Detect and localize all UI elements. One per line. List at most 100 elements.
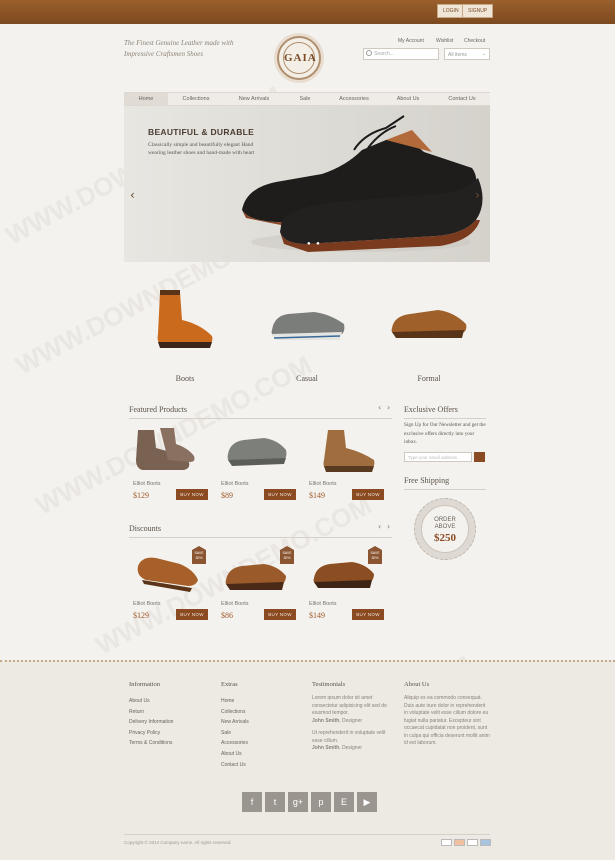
- footer-divider: [124, 834, 490, 835]
- hero-slider: BEAUTIFUL & DURABLE Classically simple a…: [124, 106, 490, 262]
- my-account-link[interactable]: My Account: [398, 38, 424, 44]
- buy-now-button[interactable]: BUY NOW: [264, 489, 296, 500]
- product-image: [225, 564, 286, 590]
- footer-link[interactable]: Delivery Information: [129, 717, 173, 728]
- product-price: $86: [221, 611, 233, 620]
- buy-now-button[interactable]: BUY NOW: [176, 489, 208, 500]
- product-image: [227, 438, 287, 466]
- nav-new-arrivals[interactable]: New Arrivals: [228, 93, 280, 105]
- category-formal[interactable]: Formal: [399, 374, 459, 383]
- testimonial-text: Lorem ipsum dolor sit amet consectetur a…: [312, 695, 392, 753]
- nav-sale[interactable]: Sale: [290, 93, 320, 105]
- logo[interactable]: GAIA: [277, 36, 321, 80]
- featured-prev-icon[interactable]: ‹: [378, 403, 381, 412]
- testimonial-author: John Smith, Designer: [312, 718, 392, 726]
- tagline: The Finest Genuine Leather made with Imp…: [124, 39, 234, 58]
- testimonial-quote: Ut reprehenderit in voluptate velit esse…: [312, 730, 386, 744]
- divider: [129, 418, 392, 419]
- buy-now-button[interactable]: BUY NOW: [176, 609, 208, 620]
- author-name: John Smith: [312, 745, 340, 751]
- footer-link[interactable]: New Arrivals: [221, 717, 249, 728]
- signup-button[interactable]: SIGNUP: [462, 4, 494, 18]
- nav-collections[interactable]: Collections: [170, 93, 222, 105]
- featured-products-title: Featured Products: [129, 405, 187, 414]
- youtube-icon[interactable]: ▶: [357, 792, 377, 812]
- product-price: $129: [133, 491, 149, 500]
- twitter-icon[interactable]: t: [265, 792, 285, 812]
- footer-link[interactable]: Return: [129, 707, 173, 718]
- slider-next-arrow[interactable]: ›: [475, 188, 480, 202]
- hero-shoe-image: [242, 115, 483, 252]
- login-button[interactable]: LOGIN: [437, 4, 465, 18]
- nav-accessories[interactable]: Accessories: [330, 93, 378, 105]
- free-shipping-title: Free Shipping: [404, 476, 450, 485]
- formal-shoe-image: [391, 310, 467, 338]
- testimonial-quote: Lorem ipsum dolor sit amet consectetur a…: [312, 695, 387, 716]
- footer-link[interactable]: Home: [221, 696, 249, 707]
- newsletter-submit-button[interactable]: [474, 452, 485, 462]
- footer-link[interactable]: About Us: [221, 749, 249, 760]
- footer-link[interactable]: Accessories: [221, 738, 249, 749]
- google-plus-icon[interactable]: g+: [288, 792, 308, 812]
- checkout-link[interactable]: Checkout: [464, 38, 485, 44]
- paypal-icon: [467, 839, 478, 846]
- featured-next-icon[interactable]: ›: [387, 403, 390, 412]
- buy-now-button[interactable]: BUY NOW: [264, 609, 296, 620]
- product-name[interactable]: Elliot Boots: [133, 481, 161, 487]
- pinterest-icon[interactable]: p: [311, 792, 331, 812]
- nav-home[interactable]: Home: [124, 93, 168, 105]
- top-bar: LOGIN SIGNUP: [0, 0, 615, 24]
- badge-line2: ABOVE: [434, 524, 456, 530]
- facebook-icon[interactable]: f: [242, 792, 262, 812]
- category-casual[interactable]: Casual: [277, 374, 337, 383]
- product-name[interactable]: Elliot Boots: [309, 601, 337, 607]
- search-placeholder: Search...: [374, 51, 395, 57]
- search-input[interactable]: Search...: [363, 48, 439, 60]
- divider: [404, 418, 486, 419]
- footer-link[interactable]: About Us: [129, 696, 173, 707]
- product-price: $89: [221, 491, 233, 500]
- category-select-value: All items: [448, 52, 467, 58]
- product-price: $129: [133, 611, 149, 620]
- product-name[interactable]: Elliot Boots: [133, 601, 161, 607]
- buy-now-button[interactable]: BUY NOW: [352, 489, 384, 500]
- newsletter-email-input[interactable]: Type your email address: [404, 452, 472, 462]
- footer-link[interactable]: Contact Us: [221, 760, 249, 771]
- newsletter-text: Sign Up for Our Newsletter and get the e…: [404, 422, 486, 445]
- exclusive-offers-title: Exclusive Offers: [404, 405, 458, 414]
- testimonial-author: John Smith, Designer: [312, 745, 392, 753]
- author-name: John Smith: [312, 717, 340, 724]
- product-name[interactable]: Elliot Boots: [221, 601, 249, 607]
- buy-now-button[interactable]: BUY NOW: [352, 609, 384, 620]
- product-name[interactable]: Elliot Boots: [221, 481, 249, 487]
- author-role: , Designer: [339, 717, 363, 724]
- discount-tag: SAVE 30%: [192, 546, 206, 564]
- amex-icon: [480, 839, 491, 846]
- category-select[interactable]: All items ⌄: [444, 48, 490, 60]
- footer-link[interactable]: Sale: [221, 728, 249, 739]
- product-name[interactable]: Elliot Boots: [309, 481, 337, 487]
- product-image: [137, 557, 198, 592]
- product-price: $149: [309, 611, 325, 620]
- visa-icon: [441, 839, 452, 846]
- footer-link[interactable]: Terms & Conditions: [129, 738, 173, 749]
- discounts-next-icon[interactable]: ›: [387, 522, 390, 531]
- slider-dots[interactable]: ● ●: [307, 241, 322, 247]
- product-price: $149: [309, 491, 325, 500]
- category-boots[interactable]: Boots: [155, 374, 215, 383]
- etsy-icon[interactable]: E: [334, 792, 354, 812]
- footer-link[interactable]: Collections: [221, 707, 249, 718]
- divider: [404, 489, 486, 490]
- main-nav: Home Collections New Arrivals Sale Acces…: [124, 92, 490, 106]
- badge-value: $250: [434, 532, 456, 544]
- discounts-prev-icon[interactable]: ‹: [378, 522, 381, 531]
- footer-about-title: About Us: [404, 681, 430, 688]
- footer-link[interactable]: Privacy Policy: [129, 728, 173, 739]
- wishlist-link[interactable]: Wishlist: [436, 38, 453, 44]
- nav-contact-us[interactable]: Contact Us: [440, 93, 484, 105]
- chevron-down-icon: ⌄: [481, 51, 486, 57]
- footer: [0, 660, 615, 860]
- nav-about-us[interactable]: About Us: [386, 93, 430, 105]
- slider-prev-arrow[interactable]: ‹: [130, 188, 135, 202]
- discount-tag: SAVE 30%: [368, 546, 382, 564]
